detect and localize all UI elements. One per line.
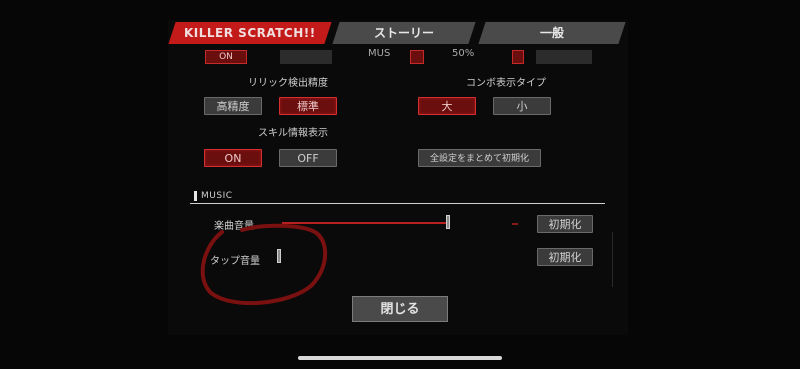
home-indicator[interactable] [298, 356, 502, 360]
close-button[interactable]: 閉じる [352, 296, 448, 322]
